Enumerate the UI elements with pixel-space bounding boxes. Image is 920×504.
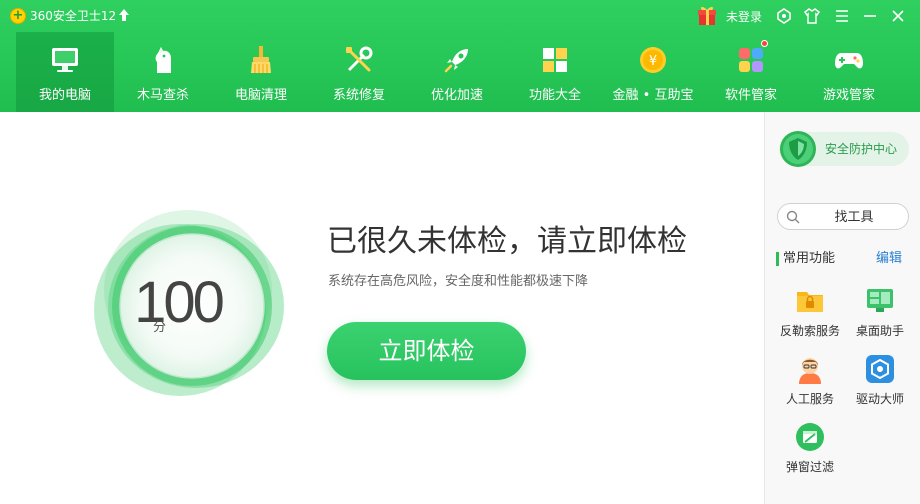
broom-icon bbox=[251, 46, 271, 73]
tool-label: 弹窗过滤 bbox=[785, 460, 834, 474]
nav-label: 软件管家 bbox=[724, 88, 777, 103]
nav-my-computer[interactable]: 我的电脑 bbox=[16, 32, 114, 112]
nav-software-manager[interactable]: 软件管家 bbox=[702, 32, 800, 112]
menu-icon[interactable] bbox=[833, 7, 851, 25]
nav-game-manager[interactable]: 游戏管家 bbox=[800, 32, 898, 112]
upgrade-arrow-icon[interactable] bbox=[119, 9, 129, 21]
headline: 已很久未体检，请立即体检 bbox=[327, 224, 687, 259]
shield-icon bbox=[780, 131, 816, 167]
tool-popup-filter[interactable]: 弹窗过滤 bbox=[773, 422, 847, 482]
section-title: 常用功能 bbox=[783, 251, 836, 266]
tool-label: 人工服务 bbox=[785, 392, 834, 406]
svg-text:¥: ¥ bbox=[649, 54, 657, 69]
tool-label: 驱动大师 bbox=[855, 392, 904, 406]
tool-desktop-assistant[interactable]: 桌面助手 bbox=[843, 286, 917, 346]
gamepad-icon bbox=[835, 53, 863, 69]
nav-label: 功能大全 bbox=[528, 88, 581, 103]
tool-anti-ransom[interactable]: 反勒索服务 bbox=[773, 286, 847, 346]
popup-filter-icon bbox=[796, 423, 824, 451]
nav-pc-cleanup[interactable]: 电脑清理 bbox=[212, 32, 310, 112]
nav-finance[interactable]: ¥ 金融 • 互助宝 bbox=[604, 32, 702, 112]
title-bar: + 360安全卫士12 未登录 bbox=[0, 0, 920, 32]
score-ring: 100 bbox=[84, 198, 304, 408]
tool-search-input[interactable] bbox=[806, 207, 902, 227]
section-accent-bar bbox=[776, 252, 779, 266]
security-center-label: 安全防护中心 bbox=[825, 142, 898, 156]
main-panel: 100 分 已很久未体检，请立即体检 系统存在高危风险，安全度和性能都极速下降 … bbox=[0, 112, 764, 504]
person-service-icon bbox=[799, 358, 821, 384]
folder-lock-icon bbox=[797, 292, 823, 312]
horse-icon bbox=[155, 47, 171, 73]
gift-icon[interactable] bbox=[696, 4, 718, 26]
notification-badge bbox=[761, 40, 768, 47]
nav-trojan-scan[interactable]: 木马查杀 bbox=[114, 32, 212, 112]
tool-search-box[interactable] bbox=[777, 203, 909, 230]
rocket-icon bbox=[444, 49, 468, 73]
nav-label: 游戏管家 bbox=[822, 88, 875, 103]
tool-label: 桌面助手 bbox=[855, 324, 904, 338]
nav-label: 电脑清理 bbox=[234, 88, 287, 103]
nav-label: 木马查杀 bbox=[136, 88, 189, 103]
shirt-icon[interactable] bbox=[803, 7, 821, 25]
side-panel: 安全防护中心 常用功能 编辑 反勒索服务 桌面助手 bbox=[764, 112, 920, 504]
security-center-button[interactable]: 安全防护中心 bbox=[779, 131, 909, 167]
nav-label: 我的电脑 bbox=[38, 88, 91, 103]
top-header: + 360安全卫士12 未登录 我的电脑 木马查杀 电脑清理 系统修复 优化加速… bbox=[0, 0, 920, 112]
check-now-button[interactable]: 立即体检 bbox=[327, 322, 526, 380]
yen-coin-icon: ¥ bbox=[640, 47, 666, 73]
tool-label: 反勒索服务 bbox=[779, 324, 840, 338]
computer-icon bbox=[52, 48, 78, 72]
wrench-icon bbox=[346, 46, 373, 72]
tool-human-service[interactable]: 人工服务 bbox=[773, 354, 847, 414]
minimize-icon[interactable] bbox=[861, 7, 879, 25]
desktop-icon bbox=[867, 289, 893, 312]
edit-link[interactable]: 编辑 bbox=[876, 251, 902, 267]
close-icon[interactable] bbox=[889, 7, 907, 25]
login-link[interactable]: 未登录 bbox=[726, 9, 762, 25]
nav-system-repair[interactable]: 系统修复 bbox=[310, 32, 408, 112]
search-icon bbox=[786, 210, 800, 224]
nav-all-features[interactable]: 功能大全 bbox=[506, 32, 604, 112]
app-logo-icon: + bbox=[10, 8, 26, 24]
nav-label: 金融 • 互助宝 bbox=[612, 88, 694, 103]
app-title: 360安全卫士12 bbox=[30, 9, 117, 23]
subline: 系统存在高危风险，安全度和性能都极速下降 bbox=[328, 274, 589, 289]
skin-icon[interactable] bbox=[775, 7, 793, 25]
driver-icon bbox=[866, 355, 894, 383]
nav-label: 优化加速 bbox=[430, 88, 483, 103]
score-value: 100 bbox=[134, 270, 225, 335]
nav-optimize[interactable]: 优化加速 bbox=[408, 32, 506, 112]
score-unit: 分 bbox=[153, 320, 167, 335]
nav-label: 系统修复 bbox=[332, 88, 385, 103]
tool-driver-master[interactable]: 驱动大师 bbox=[843, 354, 917, 414]
grid-icon bbox=[543, 48, 567, 72]
apps-icon bbox=[739, 48, 763, 72]
